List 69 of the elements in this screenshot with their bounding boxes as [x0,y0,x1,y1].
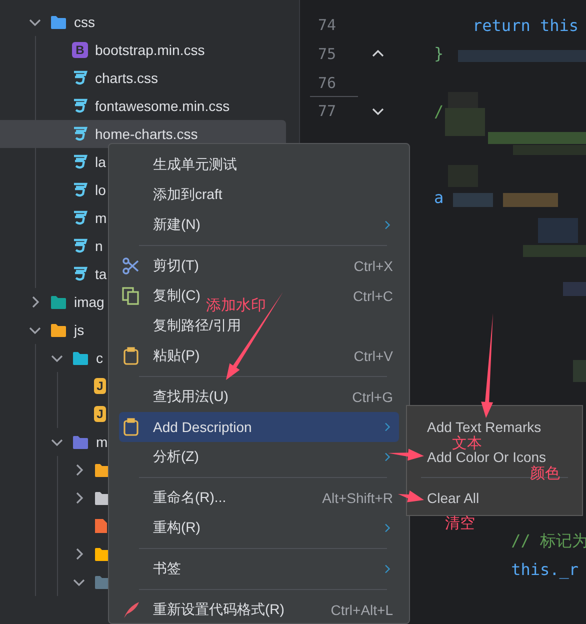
menu-item[interactable]: 重新设置代码格式(R) [153,601,284,619]
menu-item[interactable]: 重命名(R)... [153,489,226,507]
menu-item[interactable]: 复制路径/引用 [153,317,241,335]
css-file-icon [72,70,88,86]
menu-item[interactable]: 添加到craft [153,186,222,204]
shortcut-label: Ctrl+V [354,348,393,364]
code-line: return this [472,16,578,35]
feather-icon [122,601,140,619]
shortcut-label: Ctrl+Alt+L [330,602,393,618]
shortcut-label: Alt+Shift+R [322,490,393,506]
tree-item-label[interactable]: css [74,14,95,30]
menu-item[interactable]: 重构(R) [153,519,200,537]
annotation-arrow [388,448,424,461]
shortcut-label: Ctrl+C [352,288,393,304]
shortcut-label: Ctrl+G [352,389,393,405]
menu-item[interactable]: 剪切(T) [153,257,199,275]
code-line: // 标记为 [510,530,586,550]
annotation-label: 颜色 [530,466,560,481]
clipboard-icon [123,418,139,436]
tree-item-label[interactable]: n [95,238,103,254]
tree-item-label[interactable]: home-charts.css [95,126,198,142]
menu-item[interactable]: Clear All [427,490,480,506]
copy-icon [122,287,140,305]
menu-item[interactable]: 分析(Z) [153,448,199,466]
code-line: } [434,44,444,64]
file-badge-icon: J [94,406,106,422]
tree-item-label[interactable]: ta [95,266,107,282]
highlighted-menu-item[interactable]: Add Description [119,412,399,442]
css-file-icon [72,210,88,226]
css-file-icon [72,98,88,114]
menu-item[interactable]: 新建(N) [153,216,200,234]
css-file-icon [72,266,88,282]
menu-item[interactable]: 书签 [153,560,181,578]
tree-item-label[interactable]: c [96,350,103,366]
css-file-icon [72,154,88,170]
line-number: 77 [318,102,338,120]
annotation-label: 清空 [445,516,475,531]
annotation-arrow [398,490,424,502]
menu-item[interactable]: 生成单元测试 [153,156,237,174]
tree-item-label[interactable]: fontawesome.min.css [95,98,230,114]
menu-item[interactable]: Add Text Remarks [427,419,542,435]
tree-item-label[interactable]: la [95,154,106,170]
line-number: 76 [318,74,338,92]
tree-item-label[interactable]: imag [74,294,104,310]
css-file-icon [72,126,88,142]
css-file-icon [72,182,88,198]
tree-item-label[interactable]: js [74,322,84,338]
line-number: 74 [318,16,338,34]
shortcut-label: Ctrl+X [354,258,393,274]
line-number: 75 [318,44,338,63]
tree-item-label[interactable]: charts.css [95,70,158,86]
file-badge-icon: B [72,42,88,58]
file-badge-icon: J [94,378,106,394]
scissors-icon [122,257,140,275]
menu-item[interactable]: 查找用法(U) [153,388,228,406]
clipboard-icon [123,347,139,365]
menu-item[interactable]: Add Color Or Icons [427,449,546,465]
code-line: a [434,188,444,207]
tree-item-label[interactable]: lo [95,182,106,198]
menu-item[interactable]: 粘贴(P) [153,347,200,365]
tree-item-label[interactable]: m [96,434,108,450]
tree-item-label[interactable]: m [95,210,107,226]
annotation-label: 文本 [452,436,482,451]
code-line: / [434,102,444,121]
code-line: this._r [510,560,578,580]
annotation-label: 添加水印 [206,298,266,313]
css-file-icon [72,238,88,254]
menu-item[interactable]: 复制(C) [153,287,200,305]
tree-item-label[interactable]: bootstrap.min.css [95,42,205,58]
